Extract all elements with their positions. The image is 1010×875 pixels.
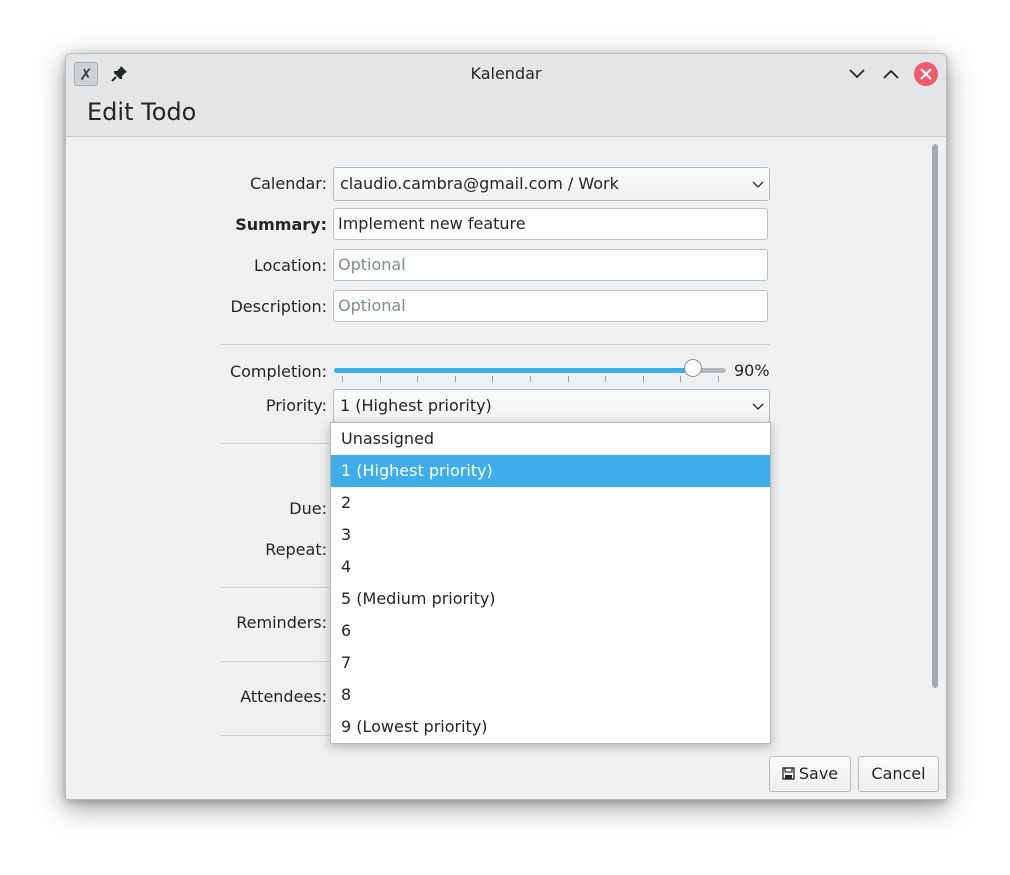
slider-tick xyxy=(680,376,682,382)
completion-slider-fill xyxy=(334,368,687,373)
slider-tick xyxy=(492,376,494,382)
priority-select-value: 1 (Highest priority) xyxy=(340,396,492,415)
save-button-label: Save xyxy=(798,764,839,783)
due-label: Due: xyxy=(289,499,327,518)
window-title: Kalendar xyxy=(470,64,542,83)
calendar-label: Calendar: xyxy=(249,174,327,193)
completion-label: Completion: xyxy=(229,362,327,381)
chevron-down-icon xyxy=(752,181,764,188)
cancel-button[interactable]: Cancel xyxy=(858,756,939,792)
priority-option[interactable]: 2 xyxy=(331,487,770,519)
separator xyxy=(220,344,770,345)
slider-tick xyxy=(454,376,456,382)
scrollbar-thumb[interactable] xyxy=(932,144,938,688)
completion-slider-handle[interactable] xyxy=(683,359,702,377)
title-bar: ✗ Kalendar Edit Todo xyxy=(66,54,946,137)
close-button[interactable] xyxy=(914,62,938,86)
location-field[interactable]: Optional xyxy=(333,249,768,281)
save-button[interactable]: Save xyxy=(769,756,851,792)
slider-tick xyxy=(417,376,419,382)
priority-option[interactable]: 8 xyxy=(331,679,770,711)
priority-select[interactable]: 1 (Highest priority) xyxy=(333,389,770,423)
priority-option[interactable]: 5 (Medium priority) xyxy=(331,583,770,615)
slider-tick xyxy=(718,376,719,382)
priority-option[interactable]: 4 xyxy=(331,551,770,583)
priority-option[interactable]: Unassigned xyxy=(331,423,770,455)
priority-option[interactable]: 6 xyxy=(331,615,770,647)
slider-tick xyxy=(530,376,531,382)
priority-label: Priority: xyxy=(265,396,327,415)
summary-label: Summary: xyxy=(235,215,327,234)
slider-tick xyxy=(379,376,381,382)
calendar-select[interactable]: claudio.cambra@gmail.com / Work xyxy=(333,167,770,201)
calendar-select-value: claudio.cambra@gmail.com / Work xyxy=(340,174,619,193)
priority-dropdown-list: Unassigned 1 (Highest priority) 2 3 4 5 … xyxy=(330,422,771,744)
minimize-button[interactable] xyxy=(846,63,868,85)
description-field[interactable]: Optional xyxy=(333,290,768,322)
dialog-title: Edit Todo xyxy=(87,98,197,126)
chevron-up-icon xyxy=(883,69,899,79)
chevron-down-icon xyxy=(849,69,865,79)
reminders-label: Reminders: xyxy=(236,613,327,632)
save-icon xyxy=(782,767,795,780)
priority-option[interactable]: 3 xyxy=(331,519,770,551)
priority-option[interactable]: 1 (Highest priority) xyxy=(331,455,770,487)
completion-slider[interactable] xyxy=(334,368,726,373)
maximize-button[interactable] xyxy=(880,63,902,85)
repeat-label: Repeat: xyxy=(265,540,327,559)
close-icon xyxy=(920,68,932,80)
slider-tick xyxy=(342,376,343,382)
priority-option[interactable]: 9 (Lowest priority) xyxy=(331,711,770,743)
slider-tick xyxy=(642,376,644,382)
priority-option[interactable]: 7 xyxy=(331,647,770,679)
summary-field[interactable]: Implement new feature xyxy=(333,208,768,240)
completion-value: 90% xyxy=(734,361,770,380)
slider-tick xyxy=(605,376,607,382)
cancel-button-label: Cancel xyxy=(871,764,926,783)
slider-tick xyxy=(567,376,569,382)
chevron-down-icon xyxy=(752,403,764,410)
location-label: Location: xyxy=(253,256,327,275)
attendees-label: Attendees: xyxy=(240,687,327,706)
description-label: Description: xyxy=(230,297,327,316)
